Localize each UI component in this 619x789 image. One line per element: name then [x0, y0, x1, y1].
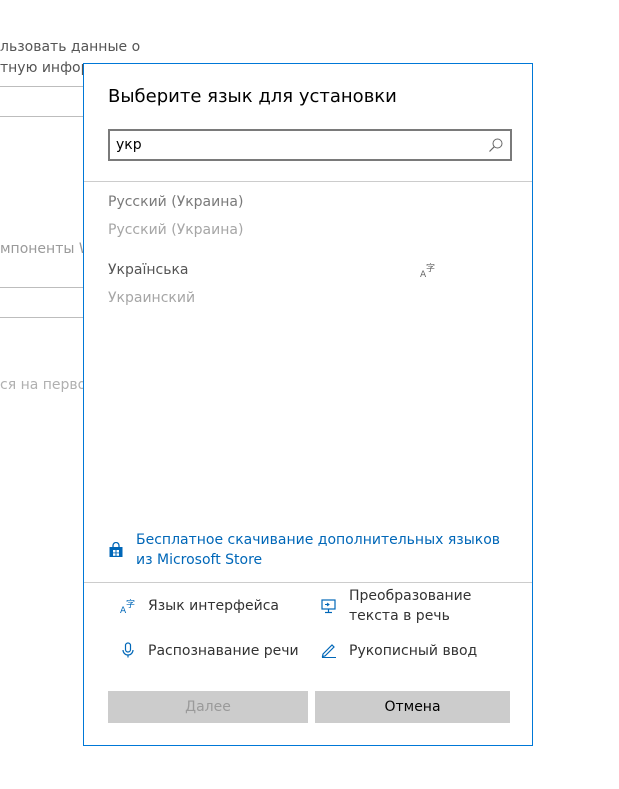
pen-icon	[321, 644, 336, 658]
microphone-icon	[122, 642, 134, 658]
feature-text-to-speech: Преобразование текста в речь	[321, 586, 521, 626]
feature-speech-recognition: Распознавание речи	[120, 641, 320, 681]
language-search-input[interactable]: укр	[108, 129, 512, 161]
store-icon	[109, 542, 123, 557]
choose-language-dialog: Выберите язык для установки укр Русский …	[83, 63, 533, 746]
text-to-speech-icon	[321, 599, 336, 614]
search-input-value: укр	[116, 137, 142, 153]
divider	[84, 582, 532, 583]
language-name: Русский (Украина)	[108, 194, 244, 210]
background-text: мпоненты W	[0, 241, 93, 257]
background-divider	[0, 287, 84, 288]
microsoft-store-link[interactable]: Бесплатное скачивание дополнительных язы…	[108, 530, 518, 574]
language-name: Українська	[108, 262, 189, 278]
language-result-ukrainian[interactable]: Українська Украинский A 字	[108, 262, 508, 318]
feature-label: Рукописный ввод	[349, 643, 478, 659]
feature-label: Язык интерфейса	[148, 598, 279, 614]
language-native-name: Русский (Украина)	[108, 222, 244, 238]
feature-display-language: A 字 Язык интерфейса	[120, 596, 310, 636]
feature-label: Распознавание речи	[148, 643, 299, 659]
next-button[interactable]: Далее	[108, 691, 308, 723]
background-divider	[0, 317, 84, 318]
display-language-icon: A 字	[120, 598, 135, 614]
divider	[84, 181, 532, 182]
store-link-text: Бесплатное скачивание дополнительных язы…	[136, 532, 501, 568]
language-result-russian-ukraine[interactable]: Русский (Украина) Русский (Украина)	[108, 194, 508, 250]
background-text: льзовать данные о	[0, 39, 141, 55]
feature-handwriting: Рукописный ввод	[321, 641, 521, 681]
dialog-title: Выберите язык для установки	[108, 86, 397, 107]
language-native-name: Украинский	[108, 290, 196, 306]
search-icon[interactable]	[488, 137, 504, 153]
display-language-icon: A 字	[420, 262, 435, 278]
background-divider	[0, 116, 84, 117]
background-divider	[0, 86, 84, 87]
cancel-button[interactable]: Отмена	[315, 691, 510, 723]
svg-text:字: 字	[426, 262, 435, 274]
feature-label: Преобразование текста в речь	[349, 588, 472, 624]
svg-text:字: 字	[126, 598, 135, 610]
